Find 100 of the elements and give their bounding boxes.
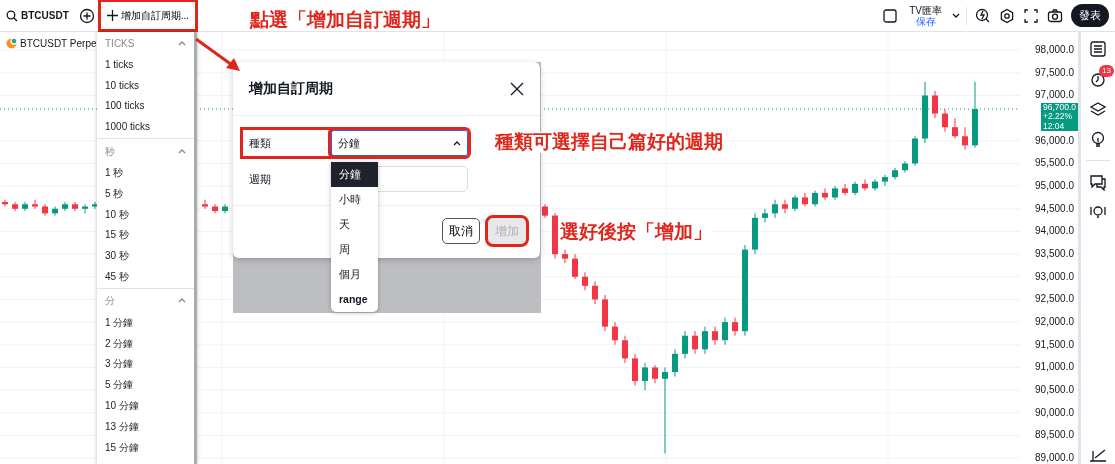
field-label: 週期 xyxy=(249,171,271,187)
candle xyxy=(862,178,868,192)
type-select[interactable]: 分鐘 xyxy=(331,130,468,156)
menu-item[interactable]: 1 ticks xyxy=(97,54,194,75)
candle xyxy=(822,187,828,201)
chevron-icon[interactable] xyxy=(178,40,186,46)
menu-item[interactable]: 30 秒 xyxy=(97,245,194,267)
candle xyxy=(692,330,698,355)
candle xyxy=(672,348,678,377)
menu-item[interactable]: 10 分鐘 xyxy=(97,395,194,416)
dropdown-option[interactable]: 個月 xyxy=(331,262,378,287)
menu-item[interactable]: 10 秒 xyxy=(97,203,194,225)
dropdown-option[interactable]: 天 xyxy=(331,212,378,237)
candle xyxy=(82,203,88,214)
candle xyxy=(652,364,658,384)
candle xyxy=(202,199,208,210)
section-header[interactable]: 秒 xyxy=(97,140,194,163)
candle xyxy=(882,174,888,187)
candle xyxy=(2,199,8,207)
fullscreen-icon[interactable] xyxy=(1023,7,1039,24)
chevron-icon[interactable] xyxy=(178,148,186,154)
dropdown-option[interactable]: 分鐘 xyxy=(331,162,378,187)
chevron-icon[interactable] xyxy=(178,298,186,304)
candle xyxy=(32,199,38,210)
list-icon[interactable] xyxy=(1089,40,1107,58)
candle xyxy=(962,126,968,151)
publish-button[interactable]: 發表 xyxy=(1071,4,1109,27)
candle xyxy=(712,326,718,346)
price-label: 92,500.0 xyxy=(1034,292,1075,307)
menu-item[interactable]: 13 分鐘 xyxy=(97,415,194,437)
menu-item[interactable]: 5 秒 xyxy=(97,183,194,204)
annotation-arrow xyxy=(195,37,240,71)
menu-item[interactable]: 15 秒 xyxy=(97,224,194,246)
lightning-search-icon[interactable] xyxy=(975,7,991,24)
candle xyxy=(622,335,628,364)
caret-icon[interactable] xyxy=(952,12,960,19)
dropdown-option[interactable]: range xyxy=(331,287,378,312)
settings-icon[interactable] xyxy=(999,7,1015,24)
candle xyxy=(782,199,788,214)
candle xyxy=(542,203,548,219)
currency-selector[interactable]: TV匯率 保存 xyxy=(909,4,942,27)
menu-item[interactable]: 2 分鐘 xyxy=(97,332,194,354)
candle xyxy=(552,212,558,260)
symbol-name[interactable]: BTCUSDT xyxy=(21,8,69,23)
broadcast-icon[interactable] xyxy=(1089,203,1107,221)
candle xyxy=(932,90,938,119)
section-header[interactable]: 分 xyxy=(97,289,194,312)
square-icon[interactable] xyxy=(883,8,898,23)
cancel-button[interactable]: 取消 xyxy=(442,218,480,244)
candle xyxy=(72,201,78,212)
candle xyxy=(762,208,768,223)
candle xyxy=(12,201,18,212)
line-tool-icon[interactable] xyxy=(1089,448,1107,462)
candle xyxy=(222,203,228,214)
layers-icon[interactable] xyxy=(1089,100,1107,118)
candle xyxy=(842,183,848,196)
candle xyxy=(902,160,908,173)
add-symbol-icon[interactable] xyxy=(78,7,95,24)
close-icon[interactable] xyxy=(510,81,524,96)
lightbulb-icon[interactable] xyxy=(1089,130,1107,148)
menu-item[interactable]: 5 分鐘 xyxy=(97,374,194,396)
candle xyxy=(872,178,878,192)
dropdown-option[interactable]: 小時 xyxy=(331,187,378,212)
annotation-text: 種類可選擇自己篇好的週期 xyxy=(495,132,723,153)
menu-item[interactable]: 1 分鐘 xyxy=(97,311,194,333)
candle xyxy=(892,167,898,180)
menu-item[interactable]: 15 分鐘 xyxy=(97,436,194,458)
camera-icon[interactable] xyxy=(1047,7,1063,24)
annotation-text: 選好後按「增加」 xyxy=(560,222,712,243)
price-label: 96,000.0 xyxy=(1034,133,1075,148)
candle xyxy=(702,326,708,355)
price-label: 94,000.0 xyxy=(1034,224,1075,239)
candle xyxy=(832,185,838,201)
candle xyxy=(952,117,958,140)
candle xyxy=(602,294,608,332)
menu-item[interactable]: 1000 ticks xyxy=(97,116,194,138)
price-label: 93,500.0 xyxy=(1034,247,1075,262)
dropdown-option[interactable]: 周 xyxy=(331,237,378,262)
price-label: 97,000.0 xyxy=(1034,88,1075,103)
candle xyxy=(642,362,648,391)
candle xyxy=(922,81,928,144)
custom-interval-button[interactable]: 增加自訂周期... xyxy=(100,2,196,29)
field-label: 種類 xyxy=(249,135,271,151)
menu-item[interactable]: 100 ticks xyxy=(97,95,194,117)
section-header[interactable]: TICKS xyxy=(97,32,194,54)
price-label: 89,500.0 xyxy=(1034,428,1075,443)
price-label: 89,000.0 xyxy=(1034,451,1075,464)
menu-item[interactable]: 1 秒 xyxy=(97,162,194,183)
price-label: 90,500.0 xyxy=(1034,383,1075,398)
chat-icon[interactable] xyxy=(1089,173,1107,191)
menu-item[interactable]: 10 ticks xyxy=(97,74,194,96)
candle xyxy=(752,212,758,255)
candle xyxy=(562,249,568,264)
price-label: 91,500.0 xyxy=(1034,337,1075,352)
candle xyxy=(802,192,808,207)
menu-item[interactable]: 45 秒 xyxy=(97,266,194,287)
search-icon[interactable] xyxy=(6,9,18,22)
menu-item[interactable]: 3 分鐘 xyxy=(97,353,194,375)
candle xyxy=(52,206,58,217)
candle xyxy=(92,201,98,210)
